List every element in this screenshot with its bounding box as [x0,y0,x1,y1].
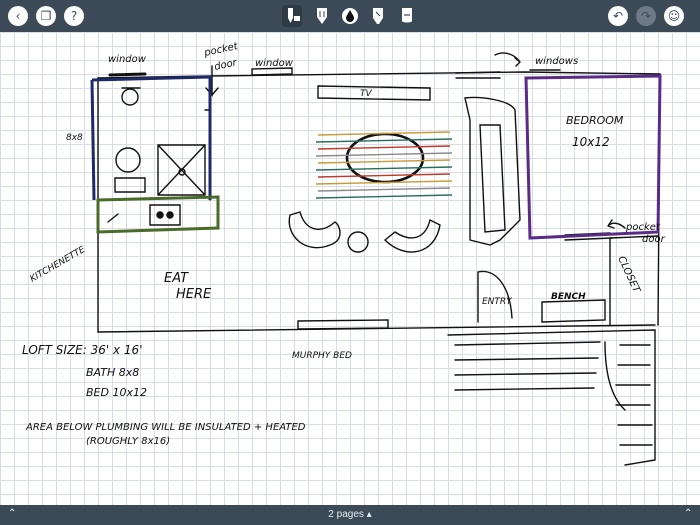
note-line-1: AREA BELOW PLUMBING WILL BE INSULATED + … [25,422,306,433]
label-door-2: door [642,234,666,245]
pencil-tool-button[interactable] [282,5,302,27]
label-pocket-1: pocket [202,41,239,59]
label-eat: EAT [164,271,189,286]
label-bath-size: 8x8 [66,133,83,143]
help-icon: ? [70,9,78,23]
note-line-2: (ROUGHLY 8x16) [86,436,170,447]
pages-button[interactable]: ❐ [36,6,56,26]
help-button[interactable]: ? [64,6,84,26]
pages-icon: ❐ [40,9,52,23]
label-pocket-2: pocket [625,222,661,233]
chevron-up-icon-right[interactable]: ⌃ [684,508,692,519]
label-window-1: window [108,54,147,65]
label-tv: TV [360,89,372,99]
pencil-camera-icon [288,8,300,23]
highlighter-icon [402,8,412,23]
label-bed: BED 10x12 [86,386,147,399]
label-bedroom: BEDROOM [566,114,624,127]
marker-icon [373,8,383,24]
account-button[interactable]: ☺ [664,6,684,26]
drawing-canvas[interactable]: window pocket door window windows 8x8 TV… [0,32,700,505]
label-entry: ENTRY [482,297,513,307]
bottom-bar: ⌃ 2 pages ▴ ⌃ [0,505,700,525]
label-bedroom-size: 10x12 [572,135,610,149]
bedroom-wall [524,74,662,240]
user-badge-icon: ☺ [667,9,681,23]
label-here: HERE [176,287,212,302]
label-kitchenette: KITCHENETTE [29,245,88,285]
label-window-2: window [255,58,294,69]
ink-tool-button[interactable] [340,5,360,27]
undo-icon: ↶ [612,9,624,23]
back-button[interactable]: ‹ [8,6,28,26]
label-windows: windows [535,56,578,67]
label-murphy-bed: MURPHY BED [292,351,352,361]
label-door-1: door [213,57,238,73]
rug [315,131,453,199]
marker-tool-button[interactable] [368,5,388,27]
label-loft-size: LOFT SIZE: 36' x 16' [22,343,143,357]
label-bath: BATH 8x8 [86,366,139,379]
label-bench: BENCH [551,292,586,302]
label-closet: CLOSET [615,255,642,296]
floor-plan-sketch: window pocket door window windows 8x8 TV… [22,41,666,466]
ink-drop-icon [342,8,358,24]
undo-button[interactable]: ↶ [608,6,628,26]
redo-button[interactable]: ↷ [636,6,656,26]
pen-icon [317,8,327,24]
pen-tool-button[interactable] [312,5,332,27]
top-toolbar: ‹ ❐ ? ↶ ↷ ☺ [0,0,700,32]
redo-icon: ↷ [640,9,652,23]
chevron-left-icon: ‹ [15,9,21,23]
highlighter-tool-button[interactable] [397,5,417,27]
pages-indicator[interactable]: 2 pages ▴ [0,509,700,520]
